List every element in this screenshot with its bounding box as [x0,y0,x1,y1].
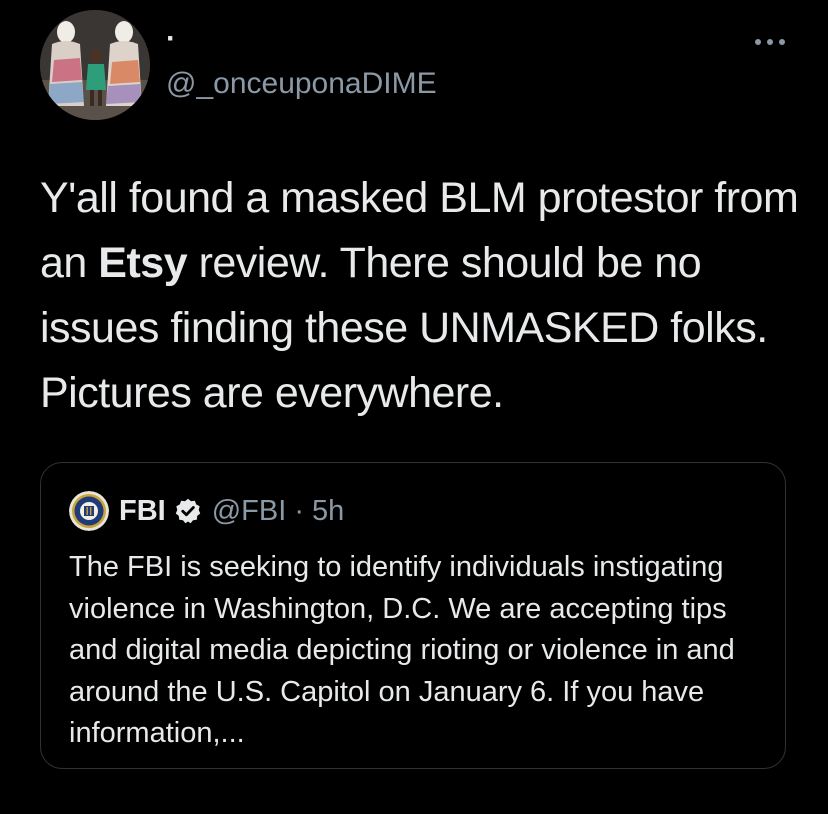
quoted-handle-time: @FBI · 5h [211,494,345,527]
fbi-seal-icon [69,491,109,531]
avatar-photo [40,10,150,120]
quoted-tweet-card[interactable]: FBI @FBI · 5h The FBI is seeking to iden… [40,462,786,769]
more-icon [755,39,785,45]
tweet-text-bold: Etsy [98,239,188,287]
verified-badge-icon [175,498,200,524]
quoted-author-name[interactable]: FBI [119,495,166,528]
author-display-name[interactable]: · [166,22,176,56]
tweet-text: Y'all found a masked BLM protestor from … [40,166,800,426]
more-options-button[interactable] [750,30,790,54]
avatar[interactable] [40,10,150,120]
quoted-tweet-header: FBI @FBI · 5h [69,491,344,531]
author-handle[interactable]: @_onceuponaDIME [166,66,437,102]
quoted-tweet-text: The FBI is seeking to identify individua… [69,551,735,749]
